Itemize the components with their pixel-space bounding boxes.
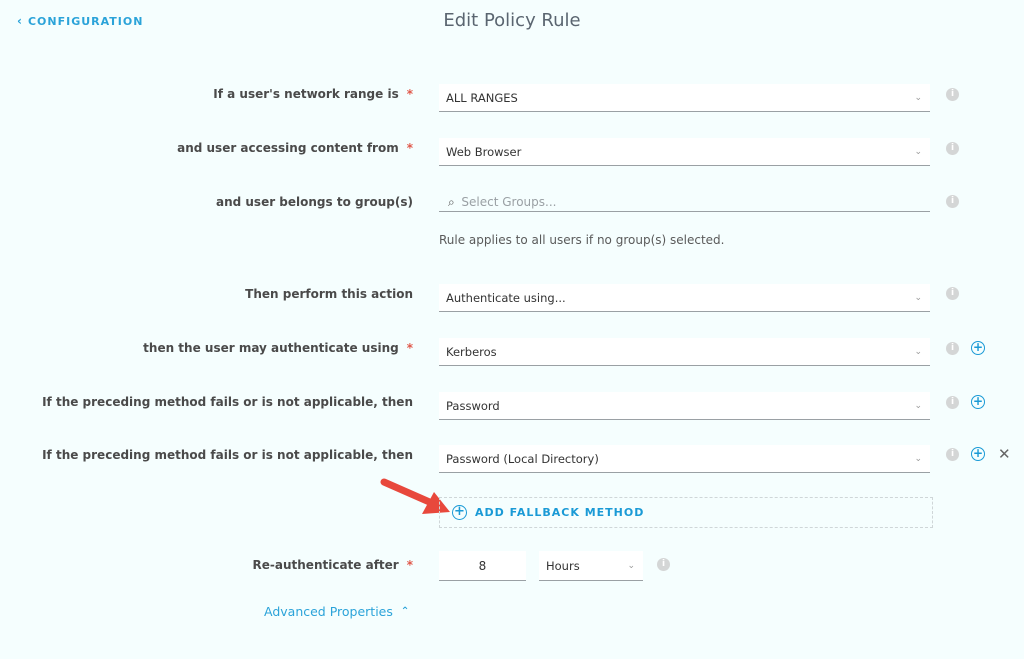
chevron-down-icon: ⌄: [914, 147, 922, 157]
chevron-down-icon: ⌄: [914, 93, 922, 103]
network-range-value: ALL RANGES: [446, 91, 518, 105]
info-icon[interactable]: i: [946, 342, 959, 355]
auth-method-row: then the user may authenticate using * Ke…: [0, 338, 1024, 370]
network-range-label: If a user's network range is *: [213, 84, 413, 116]
chevron-down-icon: ⌄: [914, 293, 922, 303]
action-row: Then perform this action Authenticate us…: [0, 284, 1024, 316]
groups-hint: Rule applies to all users if no group(s)…: [439, 233, 725, 247]
auth-method-select[interactable]: Kerberos ⌄: [439, 338, 930, 366]
action-select[interactable]: Authenticate using... ⌄: [439, 284, 930, 312]
access-from-label: and user accessing content from *: [177, 138, 413, 170]
reauth-unit-select[interactable]: Hours ⌄: [539, 551, 643, 581]
access-from-label-text: and user accessing content from: [177, 141, 399, 155]
fallback-2-row: If the preceding method fails or is not …: [0, 445, 1024, 477]
fallback-1-row: If the preceding method fails or is not …: [0, 392, 1024, 424]
reauth-label-text: Re-authenticate after: [252, 558, 399, 572]
auth-method-label-text: then the user may authenticate using: [143, 341, 399, 355]
info-icon[interactable]: i: [946, 142, 959, 155]
info-icon[interactable]: i: [946, 287, 959, 300]
access-from-row: and user accessing content from * Web Bro…: [0, 138, 1024, 170]
network-range-label-text: If a user's network range is: [213, 87, 399, 101]
network-range-row: If a user's network range is * ALL RANGES…: [0, 84, 1024, 116]
required-marker: *: [406, 141, 413, 155]
page-title: Edit Policy Rule: [443, 10, 581, 31]
add-fallback-method-label: ADD FALLBACK METHOD: [475, 506, 645, 519]
groups-row: and user belongs to group(s) ⌕ Select Gr…: [0, 192, 1024, 224]
action-value: Authenticate using...: [446, 291, 566, 305]
groups-label: and user belongs to group(s): [215, 195, 413, 209]
required-marker: *: [406, 341, 413, 355]
select-groups-input[interactable]: ⌕ Select Groups...: [439, 192, 930, 212]
chevron-down-icon: ⌄: [914, 347, 922, 357]
auth-method-value: Kerberos: [446, 345, 497, 359]
auth-method-label: then the user may authenticate using *: [143, 338, 413, 370]
chevron-up-icon: ⌃: [400, 606, 410, 617]
info-icon[interactable]: i: [946, 88, 959, 101]
chevron-down-icon: ⌄: [914, 401, 922, 411]
reauth-label: Re-authenticate after *: [253, 555, 413, 587]
plus-circle-icon: +: [452, 505, 467, 520]
reauth-unit-value: Hours: [546, 559, 580, 573]
advanced-properties-label: Advanced Properties: [264, 604, 393, 619]
remove-method-close-icon[interactable]: ✕: [998, 445, 1011, 463]
add-method-plus-icon[interactable]: +: [971, 447, 985, 461]
fallback-2-value: Password (Local Directory): [446, 452, 599, 466]
network-range-select[interactable]: ALL RANGES ⌄: [439, 84, 930, 112]
select-groups-placeholder: Select Groups...: [461, 195, 557, 209]
reauth-value-input[interactable]: 8: [439, 551, 526, 581]
fallback-1-value: Password: [446, 399, 500, 413]
access-from-select[interactable]: Web Browser ⌄: [439, 138, 930, 166]
fallback-2-select[interactable]: Password (Local Directory) ⌄: [439, 445, 930, 473]
add-method-plus-icon[interactable]: +: [971, 341, 985, 355]
access-from-value: Web Browser: [446, 145, 522, 159]
required-marker: *: [406, 558, 413, 572]
fallback-1-label: If the preceding method fails or is not …: [42, 395, 413, 409]
chevron-down-icon: ⌄: [627, 561, 635, 571]
action-label: Then perform this action: [245, 287, 413, 301]
required-marker: *: [406, 87, 413, 101]
chevron-down-icon: ⌄: [914, 454, 922, 464]
add-fallback-method-button[interactable]: + ADD FALLBACK METHOD: [439, 497, 933, 528]
fallback-2-label: If the preceding method fails or is not …: [42, 448, 413, 462]
info-icon[interactable]: i: [946, 448, 959, 461]
info-icon[interactable]: i: [946, 396, 959, 409]
search-icon: ⌕: [448, 195, 455, 209]
info-icon[interactable]: i: [657, 558, 670, 571]
advanced-properties-toggle[interactable]: Advanced Properties ⌃: [264, 604, 409, 619]
info-icon[interactable]: i: [946, 195, 959, 208]
add-method-plus-icon[interactable]: +: [971, 395, 985, 409]
fallback-1-select[interactable]: Password ⌄: [439, 392, 930, 420]
